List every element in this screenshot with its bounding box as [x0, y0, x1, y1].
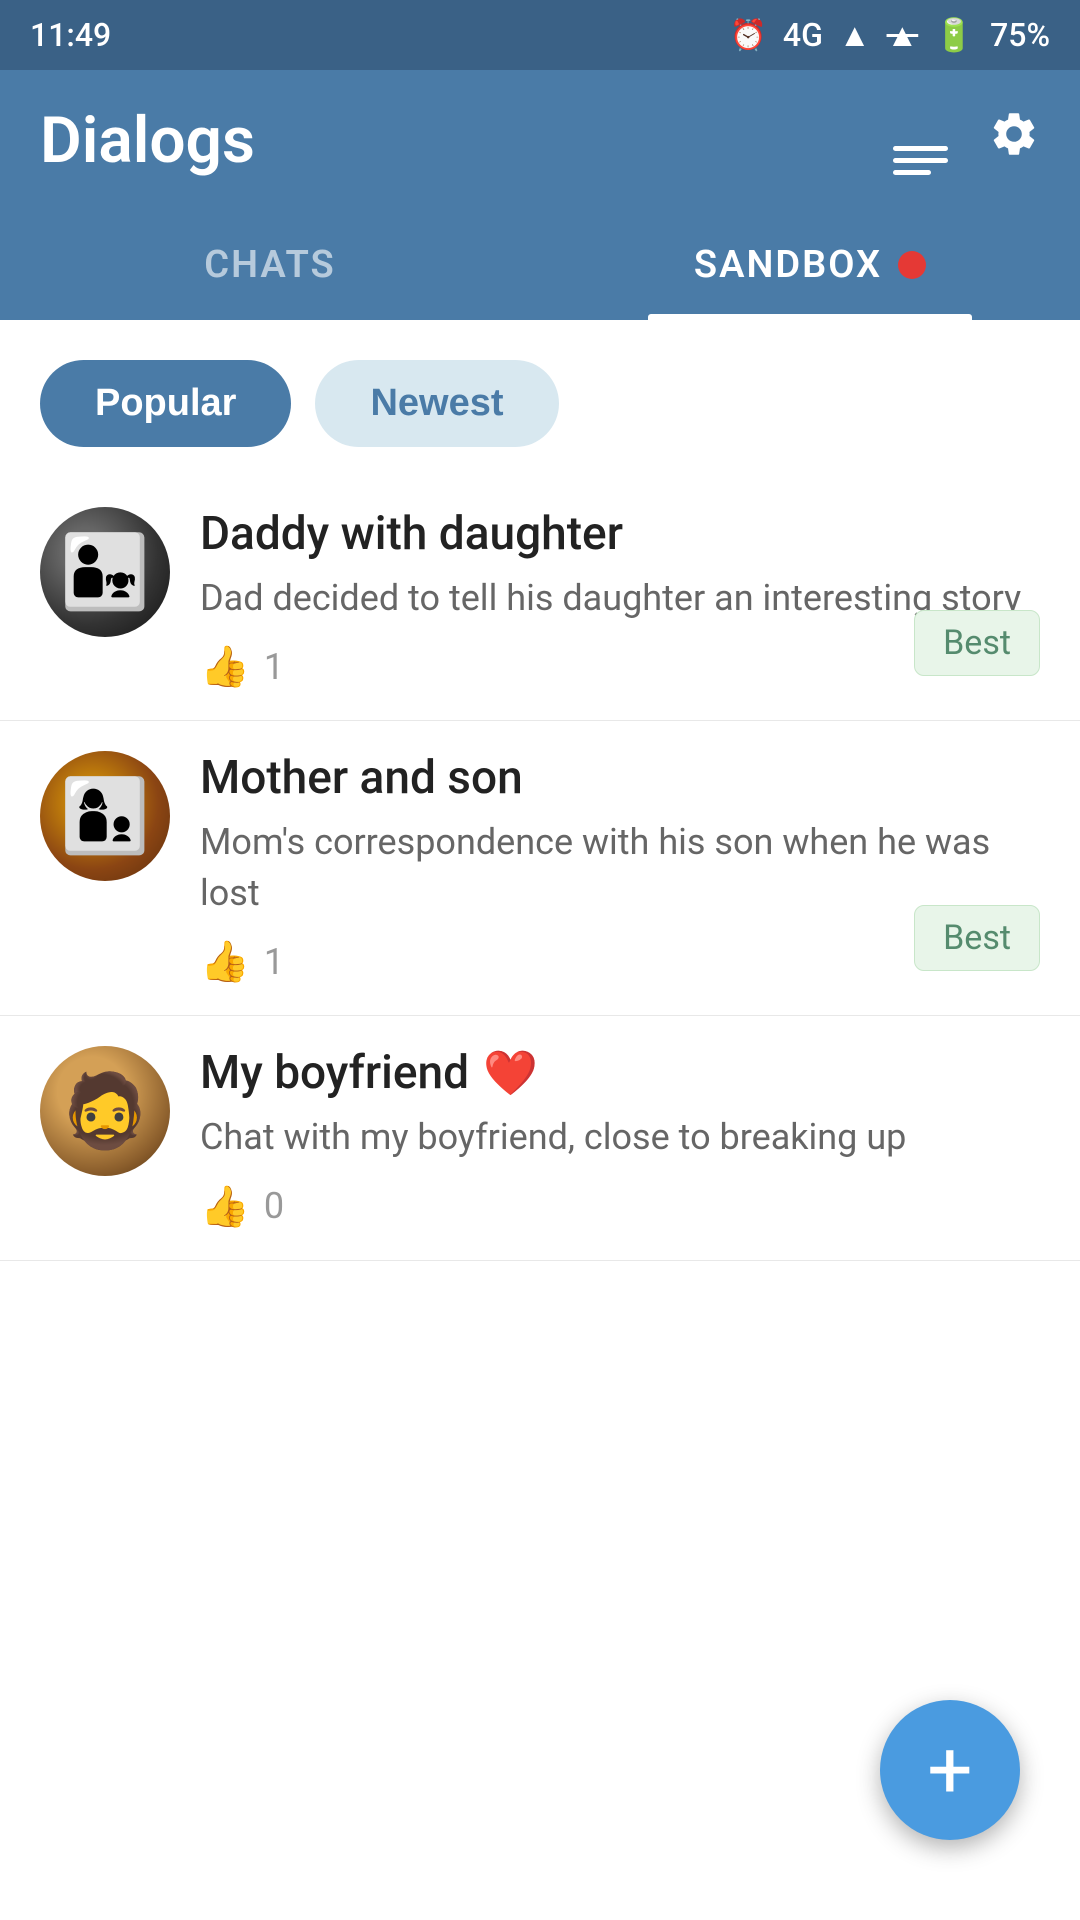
chat-item[interactable]: Daddy with daughter Dad decided to tell …: [0, 477, 1080, 721]
status-time: 11:49: [30, 16, 111, 54]
new-chat-button[interactable]: [893, 106, 948, 175]
header-actions: [893, 106, 1040, 175]
alarm-icon: ⏰: [730, 18, 767, 53]
chat-description: Mom's correspondence with his son when h…: [200, 817, 1040, 918]
chat-title: My boyfriend ❤️: [200, 1046, 1040, 1100]
avatar: [40, 1046, 170, 1176]
data-icon: ▲: [887, 16, 919, 54]
best-badge: Best: [914, 905, 1040, 971]
chat-title: Daddy with daughter: [200, 507, 1040, 561]
likes-count: 0: [264, 1185, 284, 1227]
avatar: [40, 751, 170, 881]
menu-plus-icon: [893, 146, 948, 175]
chat-item[interactable]: Mother and son Mom's correspondence with…: [0, 721, 1080, 1016]
content-area: Popular Newest Daddy with daughter Dad d…: [0, 320, 1080, 1920]
best-badge: Best: [914, 610, 1040, 676]
header: Dialogs: [0, 70, 1080, 210]
tab-chats-label: CHATS: [204, 243, 335, 287]
filter-popular-button[interactable]: Popular: [40, 360, 291, 447]
chat-likes: 👍 0: [200, 1183, 1040, 1230]
tab-chats[interactable]: CHATS: [0, 210, 540, 320]
tab-sandbox-label: SANDBOX: [694, 243, 882, 287]
chat-title: Mother and son: [200, 751, 1040, 805]
filter-newest-button[interactable]: Newest: [315, 360, 558, 447]
plus-icon: +: [927, 1723, 972, 1817]
thumbs-up-icon: 👍: [200, 643, 250, 690]
battery-level: 75%: [990, 16, 1050, 54]
battery-icon: 🔋: [934, 16, 974, 54]
tabs: CHATS SANDBOX: [0, 210, 1080, 320]
thumbs-up-icon: 👍: [200, 938, 250, 985]
filter-row: Popular Newest: [0, 320, 1080, 477]
tab-sandbox[interactable]: SANDBOX: [540, 210, 1080, 320]
settings-button[interactable]: [988, 108, 1040, 173]
likes-count: 1: [264, 646, 284, 688]
status-bar: 11:49 ⏰ 4G ▲ ▲ 🔋 75%: [0, 0, 1080, 70]
gear-icon: [988, 108, 1040, 160]
add-chat-fab[interactable]: +: [880, 1700, 1020, 1840]
chat-description: Chat with my boyfriend, close to breakin…: [200, 1112, 1040, 1162]
avatar: [40, 507, 170, 637]
signal-icon: ▲: [839, 16, 871, 54]
sandbox-notification-dot: [898, 251, 926, 279]
page-title: Dialogs: [40, 103, 255, 178]
heart-icon: ❤️: [483, 1047, 538, 1099]
chat-item[interactable]: My boyfriend ❤️ Chat with my boyfriend, …: [0, 1016, 1080, 1260]
likes-count: 1: [264, 941, 284, 983]
status-icons: ⏰ 4G ▲ ▲ 🔋 75%: [730, 16, 1050, 54]
thumbs-up-icon: 👍: [200, 1183, 250, 1230]
chat-info: My boyfriend ❤️ Chat with my boyfriend, …: [200, 1046, 1040, 1229]
signal-label: 4G: [783, 16, 823, 54]
